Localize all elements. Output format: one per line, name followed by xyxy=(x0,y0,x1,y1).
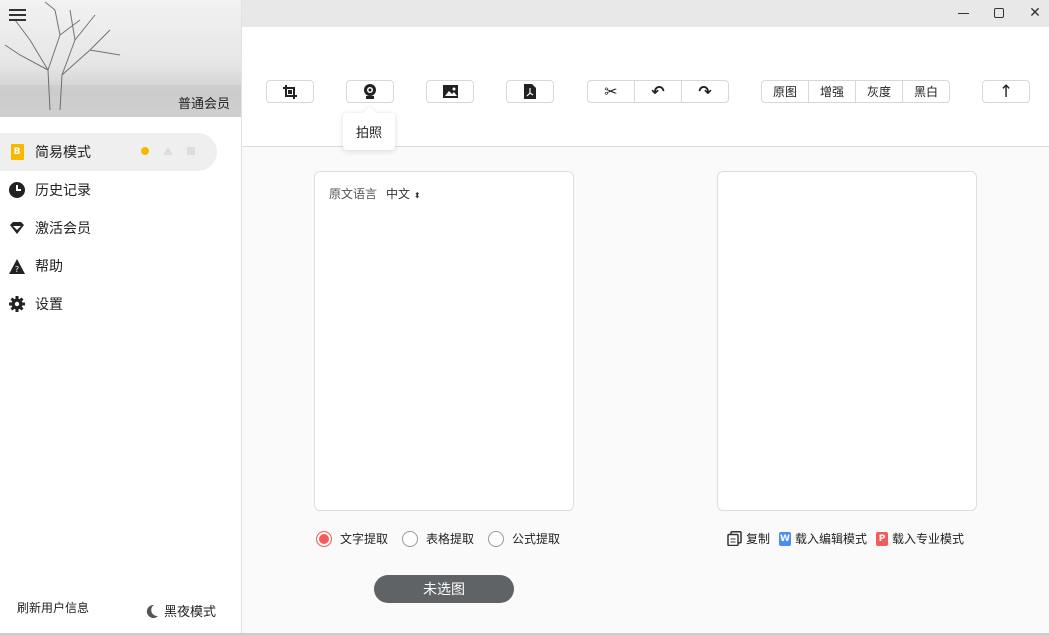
edit-button-group: ✂ ↶ ↷ xyxy=(587,80,729,103)
sidebar-item-label: 设置 xyxy=(35,297,63,313)
minimize-button[interactable] xyxy=(953,4,973,22)
triangle-icon xyxy=(163,147,173,155)
start-recognition-button[interactable]: 未选图 xyxy=(374,575,514,603)
source-language-label: 原文语言 xyxy=(329,187,378,201)
radio-label: 公式提取 xyxy=(512,532,561,546)
filter-button-group: 原图 增强 灰度 黑白 xyxy=(761,80,950,103)
ppt-icon: P xyxy=(876,531,889,546)
title-bar: ✕ xyxy=(242,0,1049,27)
sidebar-item-activate-member[interactable]: 激活会员 xyxy=(0,209,241,247)
image-button[interactable] xyxy=(426,80,474,103)
sidebar: 普通会员 B 简易模式 历史记录 激活会员 ? 帮助 设置 刷新用户信息 黑夜模… xyxy=(0,0,242,635)
source-language-select[interactable]: 中文 ⬍ xyxy=(386,185,421,202)
camera-tooltip: 拍照 xyxy=(343,113,395,150)
image-icon xyxy=(442,85,458,98)
maximize-button[interactable] xyxy=(989,4,1009,22)
sidebar-item-label: 帮助 xyxy=(35,259,63,275)
refresh-user-info-link[interactable]: 刷新用户信息 xyxy=(17,599,89,616)
clock-icon xyxy=(9,182,25,198)
dark-mode-toggle[interactable]: 黑夜模式 xyxy=(145,601,216,620)
sidebar-item-history[interactable]: 历史记录 xyxy=(0,171,241,209)
load-pro-mode-button[interactable]: P 载入专业模式 xyxy=(876,530,964,547)
radio-label: 文字提取 xyxy=(340,532,389,546)
crop-icon xyxy=(283,84,297,99)
word-icon: W xyxy=(779,531,792,546)
radio-label: 表格提取 xyxy=(426,532,475,546)
filter-bw-button[interactable]: 黑白 xyxy=(903,81,949,102)
result-actions: 复制 W 载入编辑模式 P 载入专业模式 xyxy=(727,530,964,547)
sidebar-item-label: 历史记录 xyxy=(35,183,91,199)
webcam-icon xyxy=(364,84,376,99)
copy-icon xyxy=(727,531,742,546)
banner-image: 普通会员 xyxy=(0,0,241,117)
sidebar-item-simple-mode[interactable]: B 简易模式 xyxy=(0,133,217,171)
radio-unchecked-icon xyxy=(402,530,419,547)
load-pro-mode-label: 载入专业模式 xyxy=(892,532,965,546)
undo-icon: ↶ xyxy=(651,82,665,101)
undo-button[interactable]: ↶ xyxy=(635,81,682,102)
b-doc-icon: B xyxy=(9,144,25,160)
radio-checked-icon xyxy=(316,530,332,547)
sidebar-item-settings[interactable]: 设置 xyxy=(0,285,241,323)
scissors-icon: ✂ xyxy=(604,82,618,101)
diamond-icon xyxy=(9,220,25,236)
close-icon: ✕ xyxy=(1029,5,1041,21)
sidebar-item-label: 激活会员 xyxy=(35,221,91,237)
close-button[interactable]: ✕ xyxy=(1025,4,1045,22)
pdf-icon xyxy=(524,84,536,99)
mode-radio-group: 文字提取 表格提取 公式提取 xyxy=(316,530,560,547)
redo-icon: ↷ xyxy=(698,82,712,101)
sidebar-item-help[interactable]: ? 帮助 xyxy=(0,247,241,285)
arrow-up-icon: ↑ xyxy=(998,81,1014,102)
load-edit-mode-label: 载入编辑模式 xyxy=(795,532,868,546)
mode-formula-radio[interactable]: 公式提取 xyxy=(488,530,560,547)
radio-unchecked-icon xyxy=(488,530,505,547)
circle-icon xyxy=(141,147,149,155)
camera-button[interactable] xyxy=(346,80,394,103)
copy-button[interactable]: 复制 xyxy=(727,530,770,547)
hamburger-menu-icon[interactable] xyxy=(9,9,26,23)
filter-gray-button[interactable]: 灰度 xyxy=(856,81,903,102)
result-panel[interactable] xyxy=(717,171,977,511)
mode-text-radio[interactable]: 文字提取 xyxy=(316,530,388,547)
load-edit-mode-button[interactable]: W 载入编辑模式 xyxy=(779,530,867,547)
toolbar: ✂ ↶ ↷ 原图 增强 灰度 黑白 ↑ 拍照 xyxy=(242,27,1049,150)
svg-text:?: ? xyxy=(15,265,19,274)
source-panel: 原文语言 中文 ⬍ xyxy=(314,171,574,511)
source-language-value: 中文 xyxy=(386,187,411,201)
sidebar-item-label: 简易模式 xyxy=(35,145,91,161)
moon-icon xyxy=(146,604,158,618)
upload-button[interactable]: ↑ xyxy=(982,80,1030,103)
copy-label: 复制 xyxy=(746,532,771,546)
minimize-icon xyxy=(957,12,969,14)
member-status: 普通会员 xyxy=(177,97,230,112)
redo-button[interactable]: ↷ xyxy=(682,81,728,102)
maximize-icon xyxy=(994,8,1004,18)
pdf-button[interactable] xyxy=(506,80,554,103)
cut-button[interactable]: ✂ xyxy=(588,81,635,102)
warning-help-icon: ? xyxy=(9,258,25,274)
square-icon xyxy=(187,147,195,155)
mode-table-radio[interactable]: 表格提取 xyxy=(402,530,474,547)
dark-mode-label: 黑夜模式 xyxy=(164,605,217,620)
filter-original-button[interactable]: 原图 xyxy=(762,81,809,102)
crop-button[interactable] xyxy=(266,80,314,103)
filter-enhance-button[interactable]: 增强 xyxy=(809,81,856,102)
sort-icon: ⬍ xyxy=(413,191,421,200)
gear-icon xyxy=(9,296,25,312)
